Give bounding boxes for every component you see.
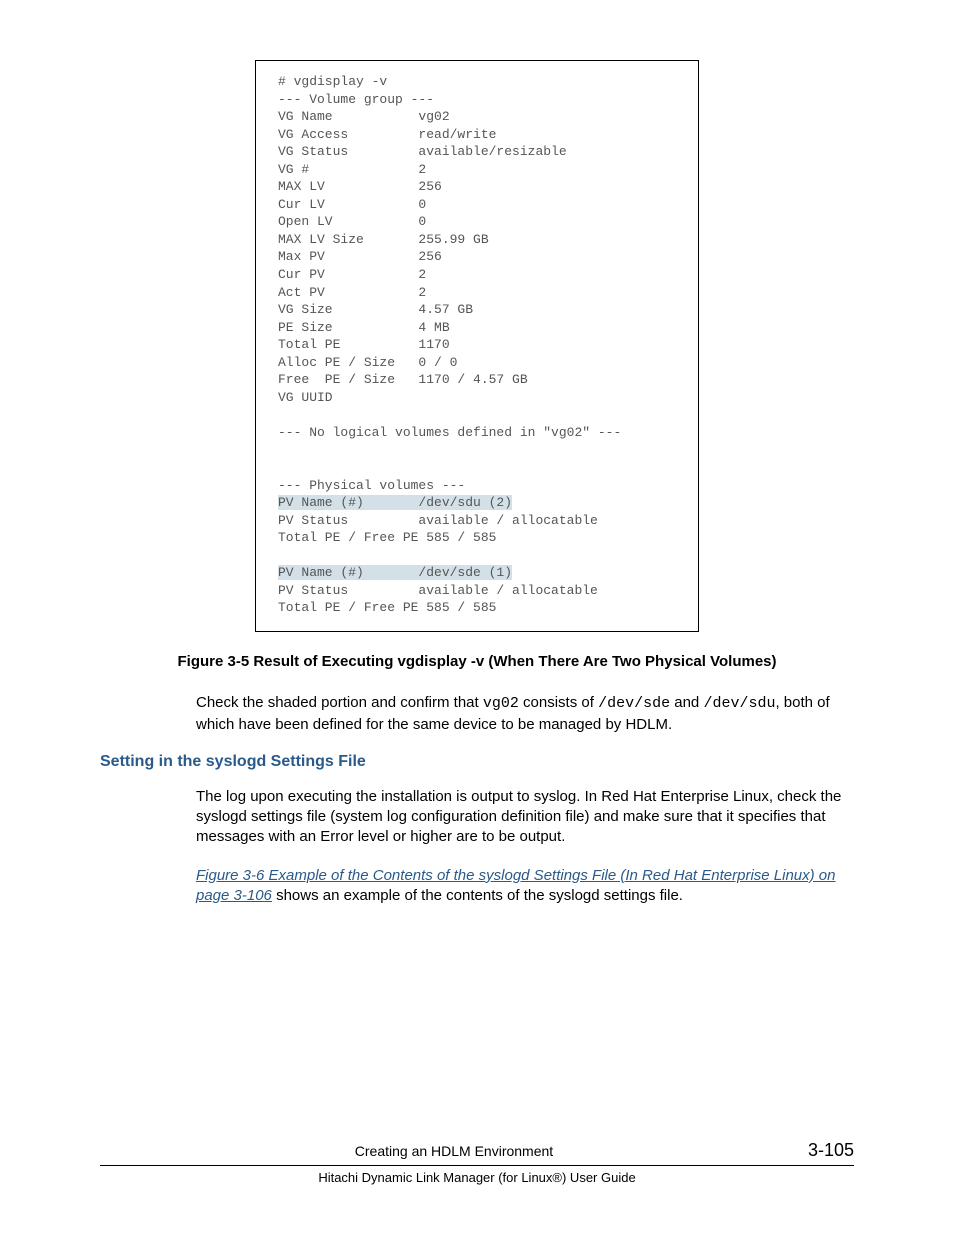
code-vg02: vg02 <box>483 695 519 712</box>
paragraph-check-shaded: Check the shaded portion and confirm tha… <box>196 693 854 735</box>
text: and <box>670 694 703 711</box>
code-dev-sdu: /dev/sdu <box>703 695 775 712</box>
terminal-output: # vgdisplay -v --- Volume group --- VG N… <box>255 60 699 632</box>
text: shows an example of the contents of the … <box>272 887 683 904</box>
footer-book-title: Hitachi Dynamic Link Manager (for Linux®… <box>100 1166 854 1185</box>
page-footer: Creating an HDLM Environment 3-105 Hitac… <box>100 1140 854 1185</box>
footer-line-1: Creating an HDLM Environment 3-105 <box>100 1140 854 1166</box>
text: consists of <box>519 694 598 711</box>
figure-caption: Figure 3-5 Result of Executing vgdisplay… <box>100 652 854 672</box>
shaded-pv2-name: PV Name (#) /dev/sde (1) <box>278 565 512 580</box>
paragraph-xref: Figure 3-6 Example of the Contents of th… <box>196 866 854 907</box>
section-heading-syslogd: Setting in the syslogd Settings File <box>100 753 854 771</box>
code-dev-sde: /dev/sde <box>598 695 670 712</box>
text: Check the shaded portion and confirm tha… <box>196 694 483 711</box>
footer-chapter-title: Creating an HDLM Environment <box>100 1143 808 1159</box>
shaded-pv1-name: PV Name (#) /dev/sdu (2) <box>278 495 512 510</box>
paragraph-syslog-output: The log upon executing the installation … <box>196 787 854 848</box>
footer-page-number: 3-105 <box>808 1140 854 1161</box>
